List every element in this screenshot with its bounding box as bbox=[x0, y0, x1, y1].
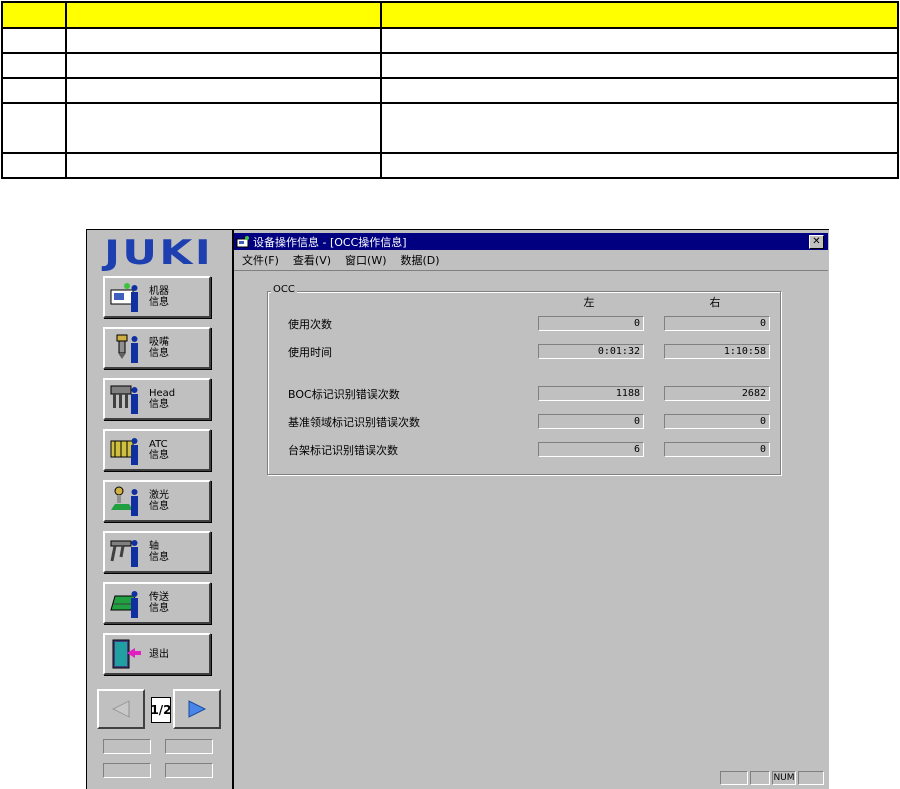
boc-error-label: BOC标记识别错误次数 bbox=[288, 388, 400, 401]
empty-slot bbox=[165, 763, 213, 778]
title-bar[interactable]: 设备操作信息 - [OCC操作信息] ✕ bbox=[234, 233, 828, 250]
empty-slot bbox=[103, 739, 151, 754]
menu-file[interactable]: 文件(F) bbox=[242, 252, 279, 268]
table-cell bbox=[380, 77, 899, 104]
menu-data[interactable]: 数据(D) bbox=[401, 252, 440, 268]
window-icon bbox=[236, 235, 249, 247]
table-row bbox=[1, 27, 899, 54]
machine-info-icon bbox=[109, 280, 143, 314]
stage-error-left: 6 bbox=[538, 442, 644, 457]
table-cell bbox=[380, 27, 899, 54]
prev-page-button[interactable] bbox=[97, 689, 145, 729]
boc-error-right: 2682 bbox=[664, 386, 770, 401]
client-area: OCC 左 右 使用次数 0 0 使用时间 0:01:32 1:10:58 BO… bbox=[234, 270, 828, 766]
window-title: 设备操作信息 - [OCC操作信息] bbox=[253, 235, 407, 249]
table-header-cell bbox=[65, 1, 382, 29]
exit-label: 退出 bbox=[149, 648, 169, 660]
close-button[interactable]: ✕ bbox=[809, 235, 824, 249]
juki-logo: JUKI bbox=[95, 236, 223, 270]
table-cell bbox=[1, 52, 67, 79]
pager: 1/2 bbox=[95, 687, 225, 733]
right-arrow-icon bbox=[188, 700, 207, 718]
laser-info-button[interactable]: 激光 信息 bbox=[103, 480, 211, 522]
table-cell bbox=[65, 77, 382, 104]
table-cell bbox=[1, 77, 67, 104]
column-left-header: 左 bbox=[583, 296, 595, 309]
fiducial-error-label: 基准领域标记识别错误次数 bbox=[288, 416, 420, 429]
stage-error-right: 0 bbox=[664, 442, 770, 457]
head-info-button[interactable]: Head 信息 bbox=[103, 378, 211, 420]
conveyor-info-button[interactable]: 传送 信息 bbox=[103, 582, 211, 624]
nozzle-info-button[interactable]: 吸嘴 信息 bbox=[103, 327, 211, 369]
sidebar: JUKI 机器 信息 吸嘴 信息 Head 信息 ATC 信息 激光 信息 轴 … bbox=[87, 230, 234, 789]
fiducial-error-right: 0 bbox=[664, 414, 770, 429]
atc-info-label: ATC 信息 bbox=[149, 439, 169, 461]
status-cell bbox=[750, 771, 770, 785]
table-row bbox=[1, 77, 899, 104]
machine-info-label: 机器 信息 bbox=[149, 286, 169, 308]
table-header-cell bbox=[380, 1, 899, 29]
table-cell bbox=[65, 102, 382, 154]
status-cell bbox=[720, 771, 748, 785]
axis-info-icon bbox=[109, 535, 143, 569]
table-cell bbox=[1, 102, 67, 154]
occ-window: 设备操作信息 - [OCC操作信息] ✕ 文件(F) 查看(V) 窗口(W) 数… bbox=[234, 233, 828, 789]
table-cell bbox=[380, 52, 899, 79]
laser-info-icon bbox=[109, 484, 143, 518]
usage-time-left: 0:01:32 bbox=[538, 344, 644, 359]
exit-icon bbox=[109, 637, 143, 671]
status-cell bbox=[798, 771, 824, 785]
table-cell bbox=[65, 52, 382, 79]
head-info-icon bbox=[109, 382, 143, 416]
table-cell bbox=[380, 152, 899, 179]
usage-time-label: 使用时间 bbox=[288, 346, 332, 359]
usage-count-left: 0 bbox=[538, 316, 644, 331]
atc-info-button[interactable]: ATC 信息 bbox=[103, 429, 211, 471]
stage-error-label: 台架标记识别错误次数 bbox=[288, 444, 398, 457]
empty-slot bbox=[165, 739, 213, 754]
head-info-label: Head 信息 bbox=[149, 388, 176, 410]
menu-view[interactable]: 查看(V) bbox=[293, 252, 331, 268]
table-cell bbox=[380, 102, 899, 154]
nozzle-info-icon bbox=[109, 331, 143, 365]
conveyor-info-label: 传送 信息 bbox=[149, 592, 169, 614]
table-header-cell bbox=[1, 1, 67, 29]
usage-time-right: 1:10:58 bbox=[664, 344, 770, 359]
page-indicator: 1/2 bbox=[150, 697, 172, 723]
empty-slot bbox=[103, 763, 151, 778]
laser-info-label: 激光 信息 bbox=[149, 490, 169, 512]
axis-info-button[interactable]: 轴 信息 bbox=[103, 531, 211, 573]
usage-count-label: 使用次数 bbox=[288, 318, 332, 331]
axis-info-label: 轴 信息 bbox=[149, 541, 169, 563]
boc-error-left: 1188 bbox=[538, 386, 644, 401]
table-row bbox=[1, 52, 899, 79]
atc-info-icon bbox=[109, 433, 143, 467]
menu-bar: 文件(F) 查看(V) 窗口(W) 数据(D) bbox=[234, 251, 828, 269]
table-cell bbox=[1, 27, 67, 54]
table-header-row bbox=[1, 1, 899, 29]
table-cell bbox=[65, 152, 382, 179]
conveyor-info-icon bbox=[109, 586, 143, 620]
table-row bbox=[1, 152, 899, 179]
table-row bbox=[1, 102, 899, 154]
menu-window[interactable]: 窗口(W) bbox=[345, 252, 386, 268]
num-lock-indicator: NUM bbox=[772, 771, 796, 785]
juki-application: JUKI 机器 信息 吸嘴 信息 Head 信息 ATC 信息 激光 信息 轴 … bbox=[86, 229, 829, 789]
exit-button[interactable]: 退出 bbox=[103, 633, 211, 675]
usage-count-right: 0 bbox=[664, 316, 770, 331]
fiducial-error-left: 0 bbox=[538, 414, 644, 429]
table-cell bbox=[1, 152, 67, 179]
table-cell bbox=[65, 27, 382, 54]
spec-table bbox=[1, 1, 899, 179]
status-bar: NUM bbox=[234, 769, 828, 787]
left-arrow-icon bbox=[111, 700, 130, 718]
machine-info-button[interactable]: 机器 信息 bbox=[103, 276, 211, 318]
occ-group-label: OCC bbox=[271, 284, 297, 295]
next-page-button[interactable] bbox=[173, 689, 221, 729]
column-right-header: 右 bbox=[709, 296, 721, 309]
nozzle-info-label: 吸嘴 信息 bbox=[149, 337, 169, 359]
